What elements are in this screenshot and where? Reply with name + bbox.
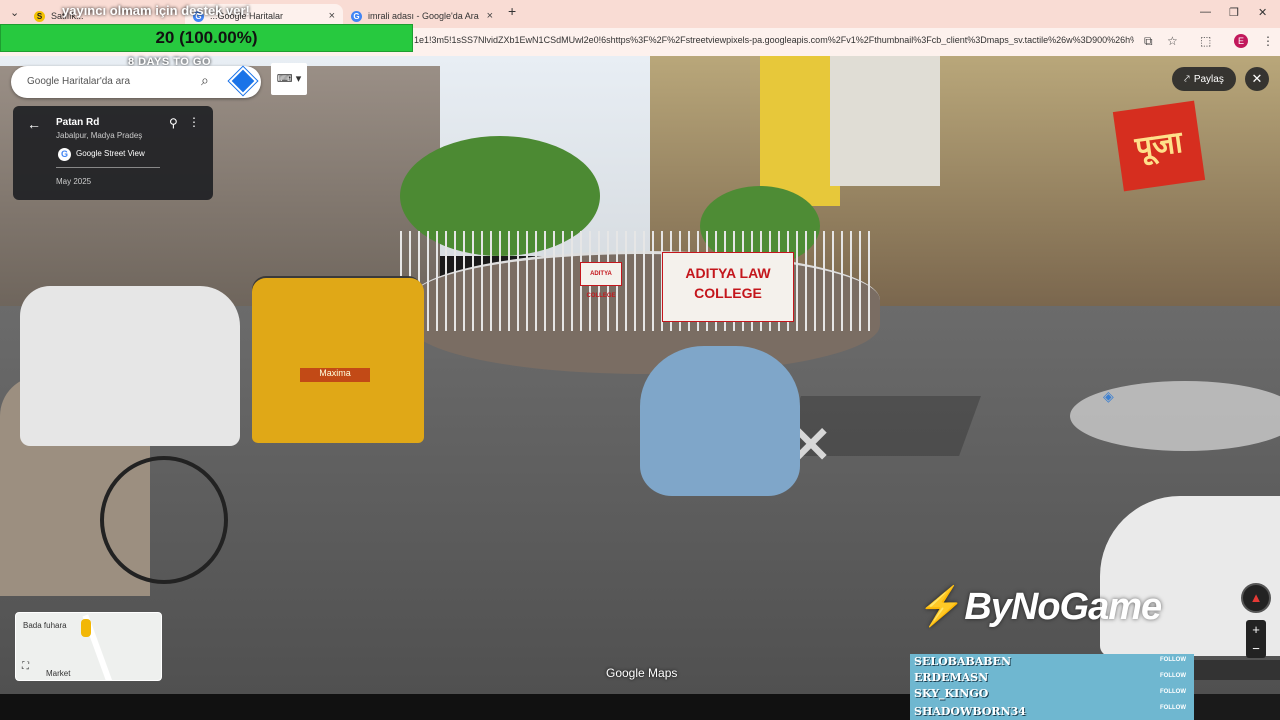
share-icon: ⤤	[1184, 73, 1190, 85]
bolt-icon: ⚡	[918, 586, 965, 628]
follow-tag: FOLLOW	[1160, 689, 1186, 695]
follower-list: SELOBABABEN FOLLOW ERDEMASN FOLLOW SKY_K…	[910, 654, 1194, 720]
compass-icon[interactable]: ▲	[1241, 583, 1271, 613]
cast-icon[interactable]: ⧉	[1144, 34, 1153, 49]
url-text[interactable]: 1e1!3m5!1sSS7NlvidZXb1EwN1CSdMUwl2e0!6sh…	[414, 35, 1134, 45]
minimap-label: Market	[46, 669, 71, 678]
tab-label: imrali adası - Google'da Ara	[368, 11, 479, 21]
share-label: Paylaş	[1193, 73, 1224, 85]
place-info-card: ← Patan Rd Jabalpur, Madya Pradeş ⚲ ⋮ G …	[13, 106, 213, 200]
maximize-icon[interactable]: ❐	[1229, 6, 1239, 19]
bicycle-wheel	[100, 456, 228, 584]
back-arrow-icon[interactable]: ←	[27, 116, 41, 132]
zoom-controls: + −	[1246, 620, 1266, 658]
puja-sign: पूजा	[1112, 100, 1206, 192]
google-maps-watermark: Google Maps	[606, 666, 678, 680]
white-car	[20, 286, 240, 446]
college-banner: ADITYA LAW COLLEGE	[662, 252, 794, 322]
goal-progress-label: 20 (100.00%)	[155, 28, 258, 47]
favicon: G	[351, 10, 362, 22]
search-box[interactable]: Google Haritalar'da ara ⌕	[11, 66, 261, 98]
place-subtitle: Jabalpur, Madya Pradeş	[56, 131, 143, 140]
more-options-icon[interactable]: ⋮	[188, 115, 200, 129]
keyboard-button[interactable]: ⌨ ▾	[271, 63, 307, 95]
college-banner-small: ADITYA COLLEGE	[580, 262, 622, 299]
search-input[interactable]: Google Haritalar'da ara	[27, 76, 130, 87]
provider-label: Google Street View	[76, 149, 145, 158]
close-icon: ✕	[1251, 71, 1263, 86]
divider	[56, 167, 160, 168]
tab-search-icon[interactable]: ⌄	[10, 6, 19, 19]
new-tab-icon[interactable]: +	[508, 3, 516, 19]
place-title: Patan Rd	[56, 117, 100, 128]
roundabout-fence	[400, 231, 870, 331]
google-logo-icon: G	[58, 148, 71, 161]
directions-icon[interactable]	[228, 66, 258, 96]
follower-name: SELOBABABEN	[914, 655, 1012, 668]
donation-banner: yayıncı olmam için destek ver!	[62, 3, 250, 18]
close-tab-icon[interactable]: ×	[487, 10, 493, 22]
close-window-icon[interactable]: ✕	[1258, 6, 1267, 19]
minimap[interactable]: Bada fuhara Market ⛶	[15, 612, 162, 681]
menu-icon[interactable]: ⋮	[1262, 34, 1274, 48]
goal-progress-bar: 20 (100.00%)	[0, 24, 413, 52]
yellow-building	[760, 56, 840, 206]
follower-name: ERDEMASN	[914, 671, 989, 684]
search-icon[interactable]: ⌕	[201, 72, 209, 89]
brand-text: ByNoGame	[964, 586, 1162, 628]
map-pin-icon[interactable]: ⚲	[169, 116, 178, 130]
rickshaw-brand: Maxima	[300, 368, 370, 382]
follow-tag: FOLLOW	[1160, 673, 1186, 679]
follower-name: SKY_KINGO	[914, 687, 989, 700]
scooter-riders	[640, 346, 800, 496]
white-building	[830, 56, 940, 186]
follow-tag: FOLLOW	[1160, 657, 1186, 663]
bynogame-logo: ⚡ByNoGame	[918, 585, 1162, 629]
close-tab-icon[interactable]: ×	[329, 10, 335, 22]
favicon: S	[34, 10, 45, 22]
follow-tag: FOLLOW	[1160, 705, 1186, 711]
layer-thumbnails[interactable]	[1194, 660, 1280, 680]
share-button[interactable]: ⤤ Paylaş	[1172, 67, 1236, 91]
zoom-in-button[interactable]: +	[1246, 620, 1266, 639]
minimize-icon[interactable]: —	[1200, 6, 1211, 18]
follower-name: SHADOWBORN34	[914, 705, 1026, 718]
minimap-label: Bada fuhara	[23, 621, 67, 630]
capture-date[interactable]: May 2025	[56, 177, 91, 186]
extensions-icon[interactable]: ⬚	[1200, 34, 1211, 48]
bookmark-star-icon[interactable]: ☆	[1167, 34, 1178, 48]
close-street-view-button[interactable]: ✕	[1245, 67, 1269, 91]
pegman-icon[interactable]	[81, 619, 91, 637]
bottom-bar	[0, 694, 910, 720]
auto-rickshaw	[252, 278, 424, 443]
profile-avatar[interactable]: E	[1234, 34, 1248, 48]
expand-map-icon[interactable]: ⛶	[22, 661, 29, 672]
zoom-out-button[interactable]: −	[1246, 639, 1266, 658]
navigation-arrow-icon[interactable]: ◈	[1103, 388, 1114, 405]
keyboard-icon: ⌨ ▾	[276, 73, 302, 85]
